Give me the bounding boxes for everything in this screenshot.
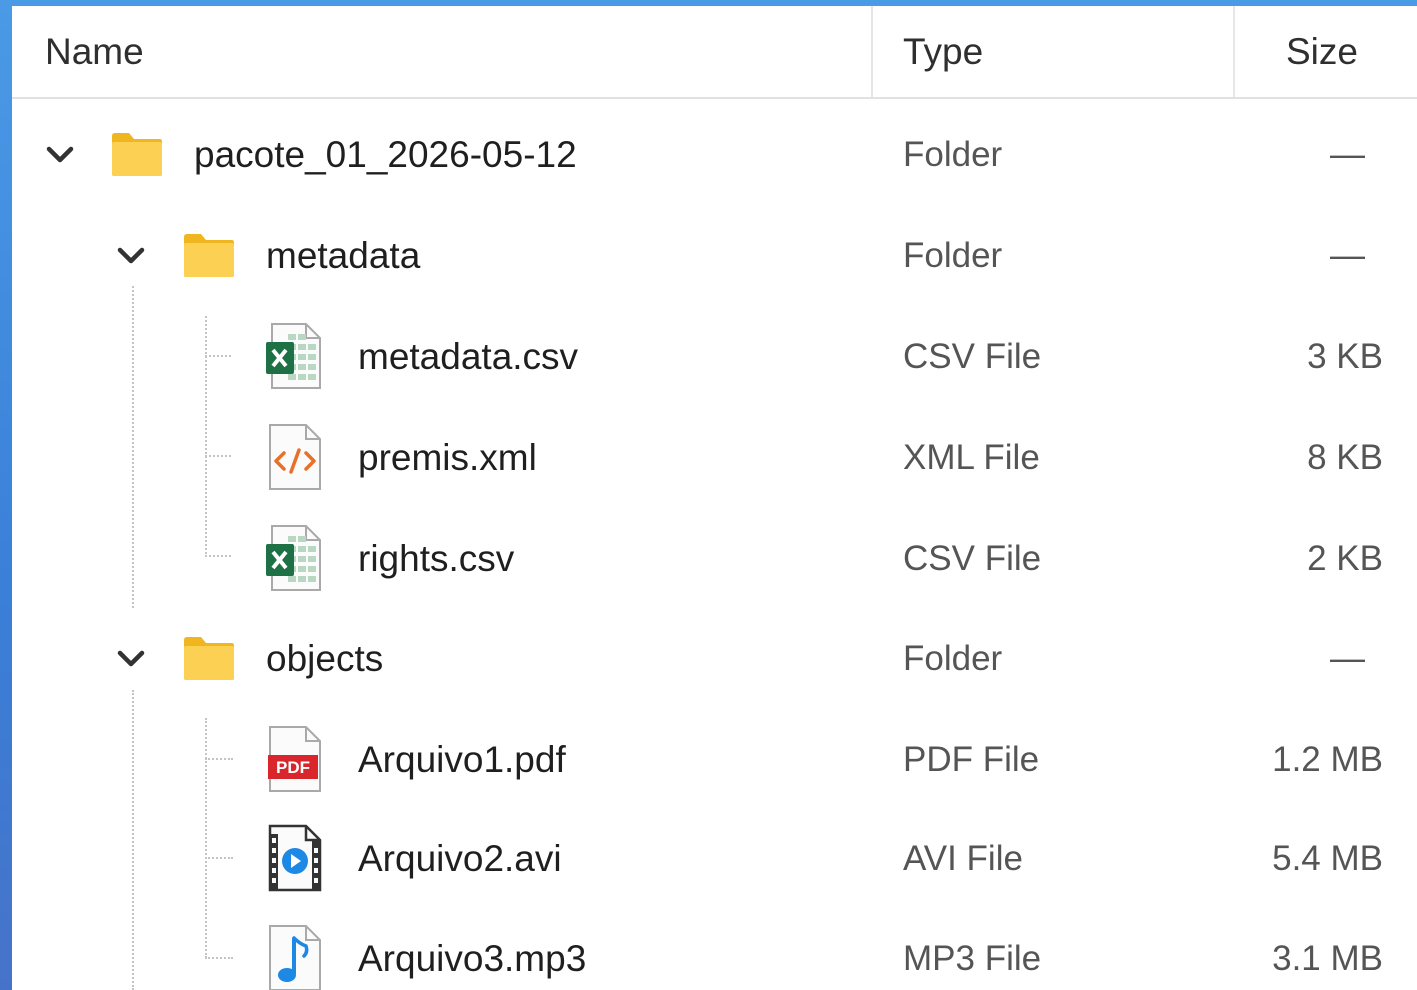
file-size: 8 KB (1307, 438, 1383, 477)
tree-row-label: Arquivo1.pdf (358, 739, 566, 780)
tree-row-arquivo2-avi[interactable]: Arquivo2.avi AVI File 5.4 MB (12, 808, 1417, 909)
file-type: MP3 File (903, 939, 1042, 978)
column-header-type[interactable]: Type (903, 6, 983, 97)
folder-icon (112, 133, 162, 176)
file-type: PDF File (903, 740, 1040, 779)
tree-row-arquivo1-pdf[interactable]: PDF Arquivo1.pdf PDF File 1.2 MB (12, 709, 1417, 810)
file-size: 1.2 MB (1272, 740, 1383, 779)
tree-row-label: premis.xml (358, 437, 537, 478)
csv-file-icon (266, 525, 321, 591)
folder-icon (184, 637, 234, 680)
tree-row-arquivo3-mp3[interactable]: Arquivo3.mp3 MP3 File 3.1 MB (12, 908, 1417, 990)
file-type: Folder (903, 639, 1003, 678)
xml-file-icon (269, 424, 321, 490)
tree-row-rights-csv[interactable]: rights.csv CSV File 2 KB (12, 508, 1417, 609)
tree-row-label: objects (266, 638, 384, 679)
file-type: AVI File (903, 839, 1023, 878)
chevron-down-icon[interactable] (40, 135, 80, 175)
column-header: Name Type Size (12, 6, 1417, 99)
tree-row-pacote[interactable]: pacote_01_2026-05-12 Folder — (12, 104, 1417, 205)
tree-row-label: metadata (266, 235, 421, 276)
file-size: 5.4 MB (1272, 839, 1383, 878)
file-size: 3 KB (1307, 337, 1383, 376)
column-header-name[interactable]: Name (45, 6, 144, 97)
file-size: 3.1 MB (1272, 939, 1383, 978)
file-type: Folder (903, 236, 1003, 275)
file-type: CSV File (903, 337, 1042, 376)
file-tree-panel: Name Type Size pacote_01_2026-05-12 Fold… (12, 6, 1417, 990)
tree-row-label: rights.csv (358, 538, 515, 579)
tree-row-objects[interactable]: objects Folder — (12, 608, 1417, 709)
chevron-down-icon[interactable] (111, 236, 151, 276)
file-size: — (1330, 236, 1365, 275)
video-file-icon (268, 824, 322, 892)
tree-row-label: pacote_01_2026-05-12 (194, 134, 577, 175)
chevron-down-icon[interactable] (111, 639, 151, 679)
tree-row-premis-xml[interactable]: premis.xml XML File 8 KB (12, 407, 1417, 508)
file-size: — (1330, 135, 1365, 174)
tree-row-metadata-csv[interactable]: metadata.csv CSV File 3 KB (12, 306, 1417, 407)
file-type: XML File (903, 438, 1040, 477)
audio-file-icon (269, 925, 321, 990)
tree-row-label: Arquivo2.avi (358, 838, 562, 879)
csv-file-icon (266, 323, 321, 389)
folder-icon (184, 234, 234, 277)
file-type: CSV File (903, 539, 1042, 578)
tree-row-label: Arquivo3.mp3 (358, 938, 587, 979)
pdf-file-icon: PDF (268, 726, 321, 792)
column-resize-handle-type[interactable] (1233, 6, 1235, 97)
tree-row-metadata[interactable]: metadata Folder — (12, 205, 1417, 306)
file-size: 2 KB (1307, 539, 1383, 578)
file-size: — (1330, 639, 1365, 678)
tree-row-label: metadata.csv (358, 336, 579, 377)
column-header-size[interactable]: Size (1286, 6, 1358, 97)
column-resize-handle-name[interactable] (871, 6, 873, 97)
svg-text:PDF: PDF (276, 758, 310, 777)
file-type: Folder (903, 135, 1003, 174)
